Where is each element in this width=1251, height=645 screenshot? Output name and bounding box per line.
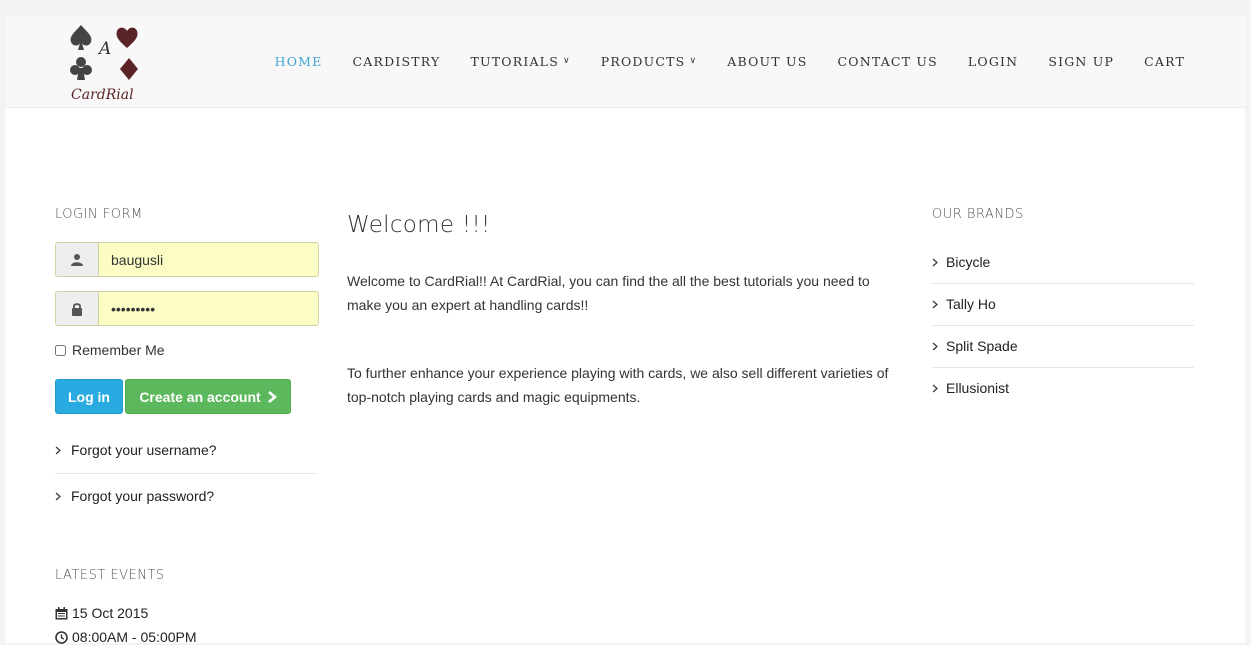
divider (932, 325, 1194, 326)
remember-me-label: Remember Me (72, 342, 165, 358)
site-logo[interactable]: A CardRial (67, 22, 147, 106)
chevron-right-icon (932, 384, 938, 392)
chevron-down-icon: ∨ (689, 55, 698, 66)
user-icon (56, 243, 99, 276)
welcome-paragraph-2: To further enhance your experience playi… (347, 365, 889, 405)
top-strip (0, 0, 1251, 16)
divider (932, 283, 1194, 284)
username-input[interactable] (99, 243, 318, 276)
welcome-title: Welcome !!! (347, 212, 491, 238)
chevron-right-icon (932, 342, 938, 350)
nav-sign-up[interactable]: SIGN UP (1048, 54, 1114, 69)
clock-icon (55, 630, 68, 644)
nav-contact-us[interactable]: CONTACT US (838, 54, 938, 69)
page: A CardRial HOME CARDISTRY TUTORIALS ∨ PRO… (5, 16, 1245, 645)
forgot-username-link[interactable]: Forgot your username? (55, 442, 317, 458)
password-group (55, 291, 319, 326)
event-date: 15 Oct 2015 (55, 605, 148, 621)
forgot-password-link[interactable]: Forgot your password? (55, 488, 317, 504)
brand-item-tally-ho[interactable]: Tally Ho (932, 296, 1194, 312)
login-button[interactable]: Log in (55, 379, 123, 414)
username-group (55, 242, 319, 277)
remember-me[interactable]: Remember Me (55, 342, 165, 358)
welcome-paragraph-1: Welcome to CardRial!! At CardRial, you c… (347, 273, 870, 313)
brand-item-ellusionist[interactable]: Ellusionist (932, 380, 1194, 396)
logo-graphic: A CardRial (70, 25, 138, 103)
chevron-right-icon (932, 258, 938, 266)
nav-tutorials[interactable]: TUTORIALS ∨ (470, 54, 570, 69)
our-brands-title: OUR BRANDS (932, 207, 1024, 222)
remember-me-checkbox[interactable] (55, 344, 66, 356)
svg-text:A: A (97, 39, 111, 59)
event-date-text: 15 Oct 2015 (72, 605, 149, 621)
site-header: A CardRial HOME CARDISTRY TUTORIALS ∨ PRO… (5, 16, 1245, 108)
svg-text:CardRial: CardRial (71, 87, 134, 103)
latest-events-title: LATEST EVENTS (55, 568, 165, 583)
login-form-title: LOGIN FORM (55, 207, 143, 222)
divider (55, 473, 317, 474)
divider (932, 367, 1194, 368)
chevron-right-icon (267, 390, 277, 403)
chevron-right-icon (55, 492, 61, 500)
nav-cardistry[interactable]: CARDISTRY (353, 54, 441, 69)
lock-icon (56, 292, 99, 325)
brand-item-split-spade[interactable]: Split Spade (932, 338, 1194, 354)
nav-home[interactable]: HOME (275, 54, 323, 69)
main-nav: HOME CARDISTRY TUTORIALS ∨ PRODUCTS ∨ ABOU… (275, 16, 1185, 107)
chevron-right-icon (55, 446, 61, 454)
nav-about-us[interactable]: ABOUT US (727, 54, 807, 69)
password-input[interactable] (99, 292, 318, 325)
brand-item-bicycle[interactable]: Bicycle (932, 254, 1194, 270)
calendar-icon (55, 606, 68, 619)
create-account-button[interactable]: Create an account (125, 379, 291, 414)
nav-cart[interactable]: CART (1144, 54, 1185, 69)
chevron-right-icon (932, 300, 938, 308)
nav-products[interactable]: PRODUCTS ∨ (601, 54, 698, 69)
chevron-down-icon: ∨ (562, 55, 571, 66)
nav-login[interactable]: LOGIN (968, 54, 1018, 69)
